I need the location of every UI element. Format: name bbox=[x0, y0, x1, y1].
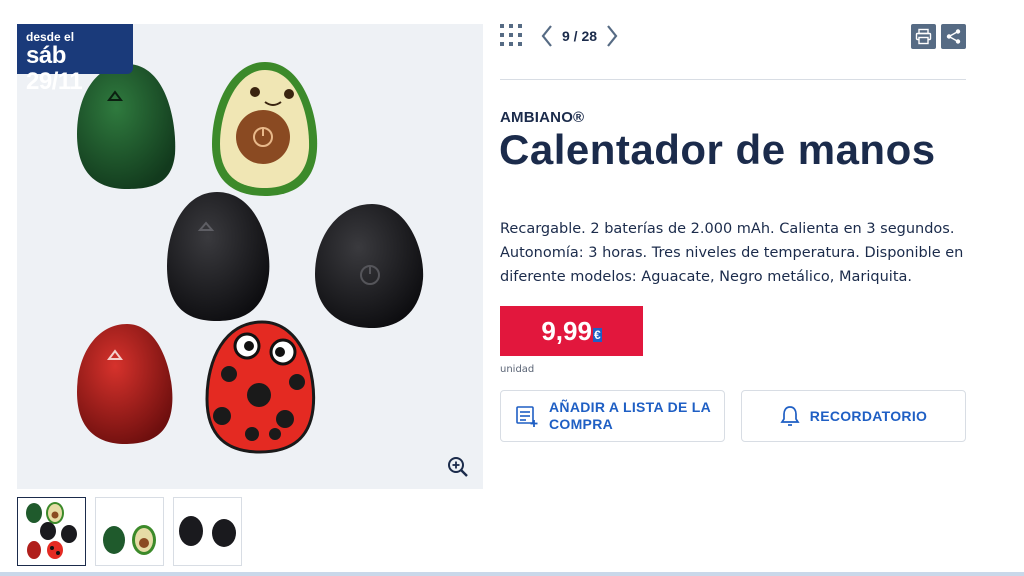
page-bottom-border bbox=[0, 572, 1024, 576]
list-add-icon bbox=[516, 406, 538, 427]
pager-count: 9 / 28 bbox=[562, 28, 598, 44]
price-unit: unidad bbox=[500, 364, 535, 375]
badge-date: sáb 29/11 bbox=[26, 42, 83, 95]
price-box: 9,99 € bbox=[500, 306, 643, 356]
product-brand: AMBIANO® bbox=[500, 109, 585, 126]
chevron-left-icon[interactable] bbox=[540, 24, 554, 48]
thumbnail-1[interactable] bbox=[17, 497, 86, 566]
product-navigation: 9 / 28 bbox=[500, 22, 966, 52]
thumbnail-2[interactable] bbox=[95, 497, 164, 566]
zoom-icon[interactable] bbox=[445, 454, 471, 480]
product-description: Recargable. 2 baterías de 2.000 mAh. Cal… bbox=[500, 221, 964, 285]
header-divider bbox=[500, 79, 966, 80]
black-warmer-2 bbox=[315, 204, 424, 328]
ladybug-warmer bbox=[205, 320, 316, 454]
share-button[interactable] bbox=[941, 24, 966, 49]
price-value: 9,99 bbox=[541, 315, 592, 346]
thumbnail-3[interactable] bbox=[173, 497, 242, 566]
black-warmer-1 bbox=[167, 192, 270, 321]
grid-icon[interactable] bbox=[500, 24, 522, 46]
avocado-warmer bbox=[212, 62, 318, 196]
pager: 9 / 28 bbox=[540, 22, 619, 50]
chevron-right-icon[interactable] bbox=[605, 24, 619, 48]
print-button[interactable] bbox=[911, 24, 936, 49]
share-icon bbox=[946, 29, 961, 44]
add-list-label: AÑADIR A LISTA DE LA COMPRA bbox=[549, 399, 711, 432]
add-to-shopping-list-button[interactable]: AÑADIR A LISTA DE LA COMPRA bbox=[500, 390, 725, 442]
print-icon bbox=[915, 28, 932, 45]
product-title: Calentador de manos bbox=[499, 126, 936, 173]
availability-badge: desde el sáb 29/11 bbox=[17, 24, 133, 95]
reminder-label: RECORDATORIO bbox=[809, 408, 928, 424]
price-currency: € bbox=[592, 328, 602, 342]
thumbnail-strip bbox=[17, 497, 242, 566]
bell-icon bbox=[780, 406, 800, 426]
red-warmer bbox=[77, 324, 173, 444]
reminder-button[interactable]: RECORDATORIO bbox=[741, 390, 966, 442]
